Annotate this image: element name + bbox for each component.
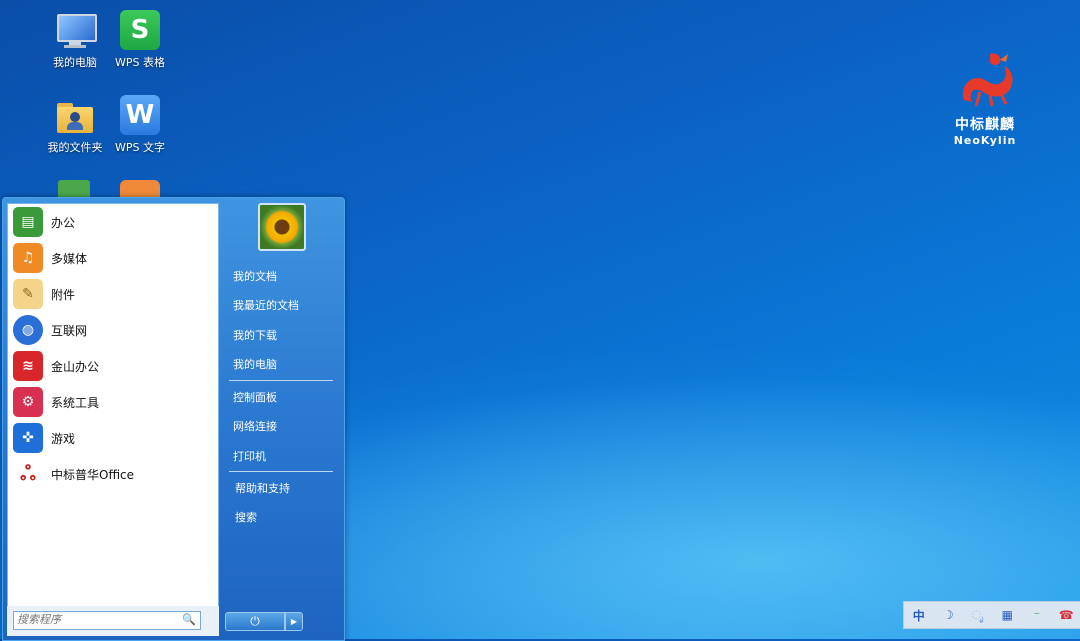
program-search-field[interactable]: 🔍 <box>13 611 201 630</box>
menu-item-system-tools[interactable]: ⚙ 系统工具 <box>8 384 218 420</box>
folder-icon <box>55 95 95 135</box>
menu-item-accessories[interactable]: ✎ 附件 <box>8 276 218 312</box>
menu-item-office[interactable]: ▤ 办公 <box>8 204 218 240</box>
desktop-icon-my-folder[interactable]: 我的文件夹 <box>40 95 110 155</box>
internet-icon: ◍ <box>13 315 43 345</box>
kingsoft-icon: ≋ <box>13 351 43 381</box>
menu-item-cs2c-office[interactable]: ஃ 中标普华Office <box>8 456 218 492</box>
desktop-icon-wps-spreadsheet[interactable]: S WPS 表格 <box>105 10 175 70</box>
link-search[interactable]: 搜索 <box>235 509 257 525</box>
link-my-downloads[interactable]: 我的下载 <box>233 327 277 343</box>
cs2c-office-icon: ஃ <box>13 459 43 489</box>
search-icon[interactable]: 🔍 <box>182 613 196 626</box>
accessories-icon: ✎ <box>13 279 43 309</box>
menu-item-label: 系统工具 <box>51 395 100 410</box>
logo-english-text: NeoKylin <box>953 134 1017 147</box>
menu-item-multimedia[interactable]: ♫ 多媒体 <box>8 240 218 276</box>
desktop-icon-wps-writer[interactable]: W WPS 文字 <box>105 95 175 155</box>
menu-item-label: 中标普华Office <box>51 467 135 482</box>
power-icon: ⏻ <box>250 614 260 628</box>
start-menu: ▤ 办公 ♫ 多媒体 ✎ 附件 ◍ 互联网 ≋ 金山办公 ⚙ 系统工具 ✜ 游戏… <box>2 197 345 641</box>
kylin-logo-icon <box>962 53 1013 107</box>
user-avatar[interactable] <box>258 203 306 251</box>
link-network-connections[interactable]: 网络连接 <box>233 418 277 434</box>
link-my-documents[interactable]: 我的文档 <box>233 268 277 284</box>
menu-divider <box>229 380 333 381</box>
link-help-support[interactable]: 帮助和支持 <box>235 480 290 496</box>
computer-icon <box>55 10 97 50</box>
moon-icon[interactable]: ☽ <box>939 608 957 622</box>
menu-item-label: 游戏 <box>51 431 76 446</box>
power-options-arrow[interactable]: ▶ <box>285 612 303 631</box>
desktop-icon-label: WPS 文字 <box>115 141 165 154</box>
logo-chinese-text: 中标麒麟 <box>955 117 1015 133</box>
multimedia-icon: ♫ <box>13 243 43 273</box>
neokylin-logo: 中标麒麟 NeoKylin <box>940 48 1030 147</box>
menu-item-label: 金山办公 <box>51 359 100 374</box>
menu-item-internet[interactable]: ◍ 互联网 <box>8 312 218 348</box>
program-search-input[interactable] <box>14 612 177 627</box>
link-control-panel[interactable]: 控制面板 <box>233 389 277 405</box>
menu-item-label: 附件 <box>51 287 76 302</box>
wps-spreadsheet-icon: S <box>120 10 160 50</box>
wps-writer-icon: W <box>120 95 160 135</box>
menu-item-games[interactable]: ✜ 游戏 <box>8 420 218 456</box>
desktop-icon-label: 我的电脑 <box>53 56 97 69</box>
games-icon: ✜ <box>13 423 43 453</box>
system-tools-icon: ⚙ <box>13 387 43 417</box>
system-tray: 中 ☽ ೃ ▦ ⁻ ☎ <box>903 601 1080 629</box>
keyboard-icon[interactable]: ▦ <box>998 608 1016 622</box>
phone-icon[interactable]: ☎ <box>1057 608 1075 622</box>
desktop-icon-label: WPS 表格 <box>115 56 165 69</box>
desktop-icon-my-computer[interactable]: 我的电脑 <box>40 10 110 70</box>
tools-icon[interactable]: ⁻ <box>1028 608 1046 622</box>
link-recent-documents[interactable]: 我最近的文档 <box>233 297 299 313</box>
input-method-icon[interactable]: 中 <box>910 607 928 624</box>
menu-divider <box>229 471 333 472</box>
menu-item-label: 办公 <box>51 215 76 230</box>
menu-item-kingsoft[interactable]: ≋ 金山办公 <box>8 348 218 384</box>
link-printers[interactable]: 打印机 <box>233 448 266 464</box>
link-my-computer[interactable]: 我的电脑 <box>233 356 277 372</box>
punctuation-icon[interactable]: ೃ <box>969 608 987 623</box>
desktop-icon-label: 我的文件夹 <box>47 141 103 154</box>
power-button[interactable]: ⏻ <box>225 612 285 631</box>
menu-item-label: 多媒体 <box>51 251 88 266</box>
start-menu-apps-pane: ▤ 办公 ♫ 多媒体 ✎ 附件 ◍ 互联网 ≋ 金山办公 ⚙ 系统工具 ✜ 游戏… <box>7 203 219 608</box>
menu-item-label: 互联网 <box>51 323 88 338</box>
office-icon: ▤ <box>13 207 43 237</box>
